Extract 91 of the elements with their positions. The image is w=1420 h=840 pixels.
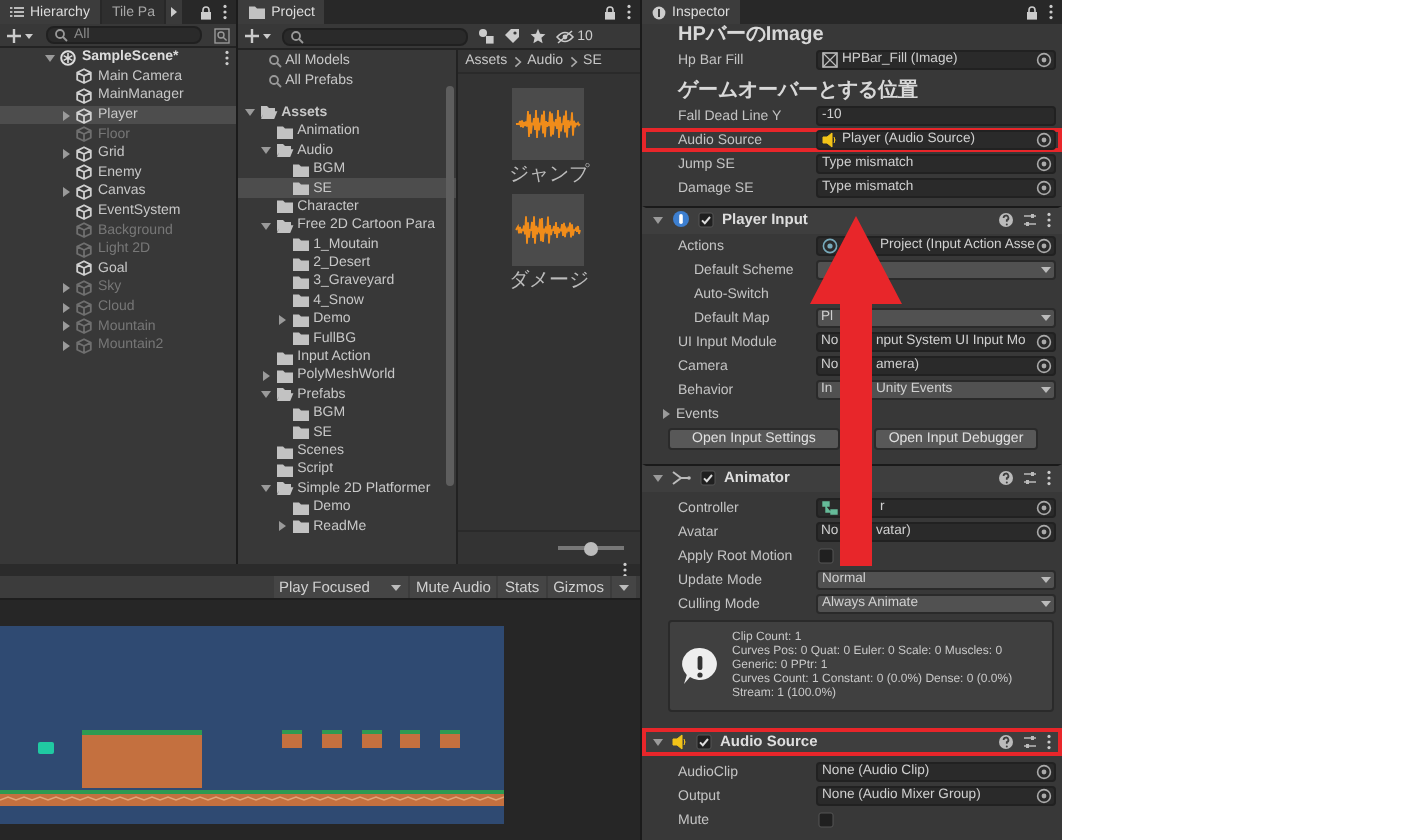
caret-icon[interactable] bbox=[259, 388, 272, 401]
chevron-icon bbox=[569, 55, 578, 67]
caret-icon[interactable] bbox=[259, 482, 272, 495]
checkbox[interactable] bbox=[698, 211, 714, 227]
open-folder-icon bbox=[275, 480, 294, 497]
lock-icon[interactable] bbox=[1026, 5, 1038, 19]
caret-icon[interactable] bbox=[44, 51, 56, 64]
checkbox[interactable] bbox=[818, 812, 834, 828]
list-icon bbox=[10, 6, 24, 18]
caret-icon[interactable] bbox=[60, 281, 72, 294]
folder-icon bbox=[247, 4, 266, 20]
search-icon bbox=[267, 54, 282, 69]
caret-icon[interactable] bbox=[60, 339, 72, 352]
image-icon bbox=[822, 52, 838, 68]
caret-icon[interactable] bbox=[243, 106, 256, 119]
menu-icon[interactable] bbox=[1048, 4, 1054, 20]
menu-icon[interactable] bbox=[626, 4, 632, 20]
caret-icon[interactable] bbox=[652, 213, 664, 225]
caret-icon[interactable] bbox=[60, 185, 72, 198]
speaker-icon bbox=[672, 734, 688, 750]
object-picker-icon[interactable] bbox=[1036, 238, 1052, 254]
caret-icon[interactable] bbox=[652, 471, 664, 483]
caret-icon[interactable] bbox=[60, 109, 72, 122]
dropdown-caret-icon bbox=[1040, 576, 1052, 584]
lock-icon[interactable] bbox=[604, 5, 616, 19]
section-heading: ゲームオーバーとする位置 bbox=[675, 80, 920, 104]
caret-icon[interactable] bbox=[275, 520, 288, 533]
speaker-icon bbox=[822, 132, 838, 148]
add-icon[interactable] bbox=[243, 28, 272, 44]
caret-icon[interactable] bbox=[259, 219, 272, 232]
filter-icon[interactable] bbox=[477, 28, 494, 44]
star-icon[interactable] bbox=[529, 28, 546, 44]
help-icon[interactable] bbox=[998, 211, 1014, 227]
caret-icon[interactable] bbox=[275, 313, 288, 326]
menu-icon[interactable] bbox=[1046, 469, 1052, 485]
dropdown-button[interactable] bbox=[612, 576, 636, 598]
menu-icon[interactable] bbox=[221, 4, 228, 20]
waveform-icon[interactable] bbox=[512, 194, 585, 266]
menu-icon[interactable] bbox=[1046, 734, 1052, 750]
animator-icon bbox=[672, 469, 692, 485]
caret-icon[interactable] bbox=[660, 408, 672, 420]
filter-icon[interactable] bbox=[213, 27, 230, 43]
asset-label[interactable]: ダメージ bbox=[508, 270, 589, 292]
scene-icon bbox=[60, 49, 76, 66]
open-folder-icon bbox=[275, 217, 294, 234]
checkbox[interactable] bbox=[696, 734, 712, 750]
waveform-icon[interactable] bbox=[512, 88, 585, 160]
menu-icon[interactable] bbox=[1046, 211, 1052, 227]
search-icon bbox=[289, 29, 304, 43]
dropdown-caret-icon bbox=[1040, 266, 1052, 274]
checkbox[interactable] bbox=[700, 469, 716, 485]
lock-icon[interactable] bbox=[199, 5, 212, 19]
dropdown-caret-icon bbox=[1040, 386, 1052, 394]
caret-icon[interactable] bbox=[259, 144, 272, 157]
info-icon bbox=[680, 646, 720, 686]
asset-icon bbox=[821, 238, 837, 254]
presets-icon[interactable] bbox=[1022, 734, 1038, 750]
eye-slash-icon bbox=[555, 29, 574, 43]
dropdown-caret-icon bbox=[1040, 600, 1052, 608]
folder-icon bbox=[275, 123, 294, 140]
dropdown-caret-icon bbox=[389, 583, 402, 591]
object-picker-icon[interactable] bbox=[1036, 52, 1052, 68]
open-folder-icon bbox=[275, 142, 294, 159]
asset-label[interactable]: ジャンプ bbox=[508, 164, 589, 186]
caret-icon[interactable] bbox=[60, 320, 72, 333]
checkbox[interactable] bbox=[818, 548, 834, 564]
menu-icon[interactable] bbox=[223, 49, 230, 66]
caret-icon[interactable] bbox=[259, 369, 272, 382]
open-folder-icon bbox=[259, 104, 278, 121]
add-icon[interactable] bbox=[6, 27, 34, 43]
help-icon[interactable] bbox=[998, 469, 1014, 485]
graph-icon bbox=[821, 500, 837, 516]
dropdown-caret-icon bbox=[618, 583, 630, 591]
slider-thumb[interactable] bbox=[584, 541, 598, 555]
tag-icon[interactable] bbox=[503, 28, 520, 44]
more-tabs-icon[interactable] bbox=[170, 6, 179, 18]
input-icon bbox=[672, 210, 690, 228]
caret-icon[interactable] bbox=[60, 301, 72, 314]
open-folder-icon bbox=[275, 386, 294, 403]
search-field[interactable] bbox=[281, 27, 468, 45]
caret-icon[interactable] bbox=[652, 736, 664, 748]
chevron-icon bbox=[513, 55, 522, 67]
search-icon bbox=[267, 73, 282, 88]
section-heading: HPバーのImage bbox=[676, 24, 826, 48]
search-icon bbox=[54, 28, 68, 42]
presets-icon[interactable] bbox=[1022, 469, 1038, 485]
dropdown-caret-icon bbox=[1040, 314, 1052, 322]
help-icon[interactable] bbox=[998, 734, 1014, 750]
caret-icon[interactable] bbox=[60, 147, 72, 160]
info-tab-icon bbox=[652, 5, 666, 19]
presets-icon[interactable] bbox=[1022, 211, 1038, 227]
